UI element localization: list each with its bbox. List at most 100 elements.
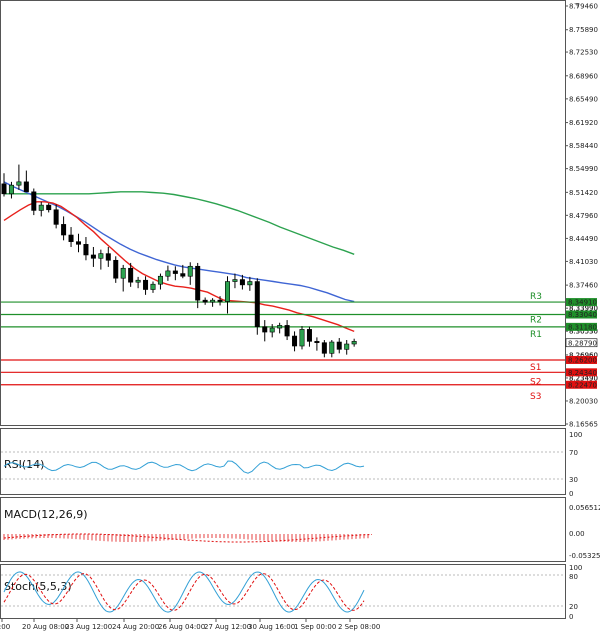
price-axis-label: 8.44490 xyxy=(569,235,598,243)
candle-body xyxy=(68,234,74,242)
candle-body xyxy=(247,281,253,286)
rsi-axis-0: 0 xyxy=(569,490,573,498)
candle-body xyxy=(105,253,111,261)
time-axis: 00:00 20 Aug 08:0023 Aug 12:0024 Aug 20:0… xyxy=(0,619,380,631)
candle-body xyxy=(1,183,7,195)
last-price-tag-text: 8.28790 xyxy=(568,339,597,347)
stoch-axis-80: 80 xyxy=(569,573,578,581)
time-axis-label: 23 Aug 12:00 xyxy=(65,623,112,631)
candle-body xyxy=(38,204,44,211)
price-axis-label: 8.54990 xyxy=(569,165,598,173)
time-axis-label: 30 Aug 16:00 xyxy=(248,623,295,631)
candle-body xyxy=(61,224,67,236)
time-axis-label: 26 Aug 04:00 xyxy=(158,623,205,631)
candle-body xyxy=(225,281,231,302)
stoch-axis-100: 100 xyxy=(569,564,582,572)
candle-body xyxy=(76,241,82,245)
price-axis-label: 8.61920 xyxy=(569,119,598,127)
time-axis-label: 1 Sep 00:00 xyxy=(294,623,336,631)
candle-body xyxy=(157,275,163,285)
price-axis-label: 8.20030 xyxy=(569,397,598,405)
macd-label: MACD(12,26,9) xyxy=(4,508,88,521)
candle-body xyxy=(172,270,178,274)
candle-body xyxy=(143,279,149,290)
candle-body xyxy=(254,281,260,328)
resistance-price-tag-text: 8.34910 xyxy=(568,299,597,307)
stoch-axis-0: 0 xyxy=(569,613,573,621)
candle-body xyxy=(217,299,223,302)
support-level-name: S2 xyxy=(530,377,541,387)
price-axis-label: 8.41030 xyxy=(569,258,598,266)
candle-body xyxy=(23,181,29,193)
rsi-axis-70: 70 xyxy=(569,449,578,457)
stoch-axis-20: 20 xyxy=(569,603,578,611)
candle-body xyxy=(306,329,312,342)
price-axis-label: 8.37460 xyxy=(569,282,598,290)
candle-body xyxy=(128,267,134,283)
rsi-axis-30: 30 xyxy=(569,476,578,484)
candle-body xyxy=(299,329,305,347)
candle-body xyxy=(135,279,141,283)
candle-body xyxy=(321,342,327,354)
macd-axis-top: 0.056512 xyxy=(569,504,600,512)
time-axis-label: 00:00 xyxy=(0,623,10,631)
support-price-tag-text: 8.26200 xyxy=(568,356,597,364)
candle-body xyxy=(195,265,201,301)
main-panel xyxy=(0,0,566,426)
candle-body xyxy=(53,209,59,225)
resistance-price-tag-text: 8.33040 xyxy=(568,311,597,319)
price-axis-label: 8.72530 xyxy=(569,49,598,57)
price-axis-label: 8.58440 xyxy=(569,142,598,150)
candle-body xyxy=(232,279,238,282)
rsi-panel xyxy=(0,428,566,495)
candle-body xyxy=(239,279,245,286)
resistance-level-name: R3 xyxy=(530,292,542,302)
candle-body xyxy=(284,325,290,337)
candle-body xyxy=(113,259,119,279)
resistance-level-name: R2 xyxy=(530,316,542,326)
time-axis-label: 20 Aug 08:00 xyxy=(22,623,69,631)
candle-body xyxy=(31,191,37,211)
resistance-level-name: R1 xyxy=(530,330,542,340)
resistance-price-tag-text: 8.31180 xyxy=(568,323,597,331)
candle-body xyxy=(90,254,96,259)
candle-body xyxy=(150,283,156,290)
support-level-name: S1 xyxy=(530,363,541,373)
candle-body xyxy=(98,253,104,259)
rsi-axis-100: 100 xyxy=(569,431,582,439)
candle xyxy=(299,326,305,350)
candle-body xyxy=(269,327,275,333)
candle-body xyxy=(292,335,298,347)
candle-body xyxy=(329,341,335,354)
support-price-tag-text: 8.24340 xyxy=(568,369,597,377)
time-axis-label: 27 Aug 12:00 xyxy=(204,623,251,631)
candle-body xyxy=(314,341,320,343)
price-axis-label: 8.16565 xyxy=(569,421,598,429)
candle-body xyxy=(46,204,52,211)
candle-body xyxy=(262,326,268,333)
candle-body xyxy=(83,244,89,256)
price-axis-label: 8.47960 xyxy=(569,212,598,220)
price-axis: 8.79460 8.75890 8.72530 8.68960 8.65490 8.619… xyxy=(565,3,598,429)
candle xyxy=(254,278,260,335)
candle-body xyxy=(16,181,22,186)
candle-body xyxy=(202,299,208,303)
candle-body xyxy=(165,270,171,277)
stoch-panel xyxy=(0,564,566,619)
candle-body xyxy=(187,265,193,277)
support-price-tag-text: 8.22470 xyxy=(568,381,597,389)
price-axis-label: 8.65490 xyxy=(569,95,598,103)
price-axis-label: 8.79460 xyxy=(569,3,598,11)
chart-canvas: 8.79460 8.75890 8.72530 8.68960 8.65490 8.619… xyxy=(0,0,600,631)
candle-body xyxy=(120,267,126,279)
candle-body xyxy=(180,273,186,277)
macd-axis-bottom: -0.053258 xyxy=(569,552,600,560)
candle-body xyxy=(336,341,342,350)
candle-body xyxy=(210,299,216,303)
price-axis-label: 8.51420 xyxy=(569,189,598,197)
macd-axis-zero: 0.00 xyxy=(569,530,585,538)
candle-body xyxy=(277,325,283,329)
price-axis-label: 8.75890 xyxy=(569,26,598,34)
candle-body xyxy=(351,341,357,345)
price-axis-label: 8.68960 xyxy=(569,72,598,80)
